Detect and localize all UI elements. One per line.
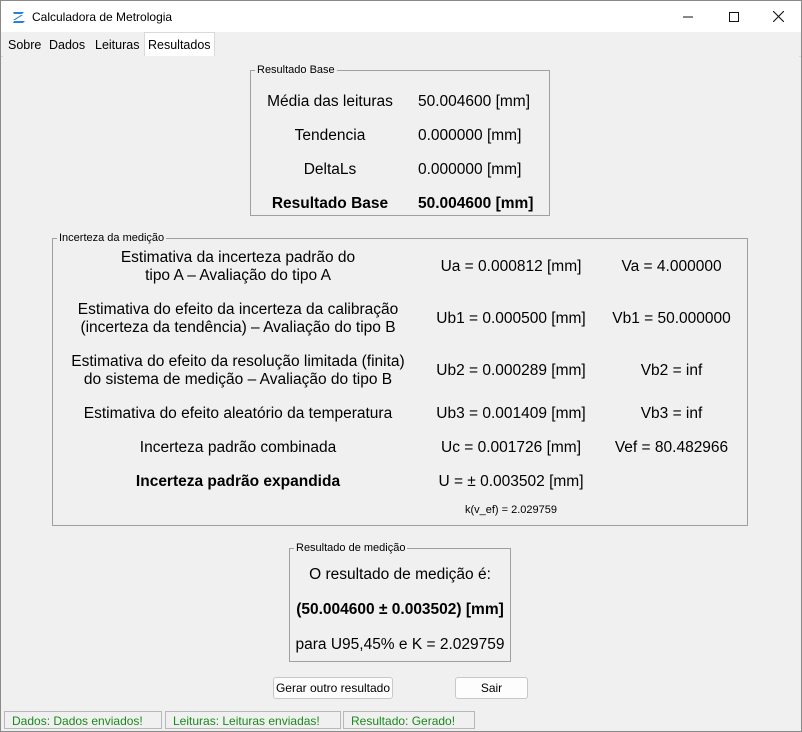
minimize-icon — [683, 16, 693, 17]
uc-value: Uc = 0.001726 [mm] — [441, 439, 581, 456]
resultado-medicao-value: (50.004600 ± 0.003502) [mm] — [296, 601, 504, 618]
window-title: Calculadora de Metrologia — [32, 10, 173, 24]
k-factor-note: k(v_ef) = 2.029759 — [464, 504, 558, 516]
tab-resultados[interactable]: Resultados — [144, 32, 215, 57]
ub1-description: Estimativa do efeito da incerteza da cal… — [77, 301, 399, 336]
resultado-medicao-line3: para U95,45% e K = 2.029759 — [295, 636, 505, 653]
resultado-base-group: Resultado Base Média das leituras 50.004… — [250, 64, 550, 216]
maximize-icon — [729, 11, 739, 22]
status-bar: Dados: Dados enviados! Leituras: Leitura… — [1, 709, 801, 731]
resultado-medicao-line1: O resultado de medição é: — [309, 566, 491, 583]
incerteza-legend: Incerteza da medição — [59, 232, 165, 244]
resultados-panel: Resultado Base Média das leituras 50.004… — [3, 56, 799, 708]
resultado-medicao-group: Resultado de medição O resultado de medi… — [289, 542, 511, 662]
vb2-value: Vb2 = inf — [640, 362, 703, 379]
resultado-base-value: 50.004600 [mm] — [418, 195, 534, 212]
incerteza-group: Incerteza da medição Estimativa da incer… — [52, 232, 748, 526]
va-value: Va = 4.000000 — [621, 258, 722, 275]
tendencia-label: Tendencia — [294, 127, 366, 144]
status-leituras: Leituras: Leituras enviadas! — [165, 711, 341, 729]
minimize-button[interactable] — [665, 1, 711, 32]
status-dados: Dados: Dados enviados! — [4, 711, 162, 729]
close-icon — [772, 11, 784, 22]
deltals-value: 0.000000 [mm] — [418, 161, 522, 178]
ub3-value: Ub3 = 0.001409 [mm] — [436, 405, 586, 422]
ua-description: Estimativa da incerteza padrão do tipo A… — [120, 249, 356, 284]
resultado-base-legend: Resultado Base — [257, 64, 335, 76]
vef-value: Vef = 80.482966 — [614, 439, 729, 456]
status-resultado: Resultado: Gerado! — [343, 711, 475, 729]
u-expandida-value: U = ± 0.003502 [mm] — [438, 473, 584, 490]
vb1-value: Vb1 = 50.000000 — [612, 310, 731, 327]
vb3-value: Vb3 = inf — [640, 405, 703, 422]
ub2-value: Ub2 = 0.000289 [mm] — [436, 362, 586, 379]
resultado-base-label: Resultado Base — [271, 195, 389, 212]
sair-button[interactable]: Sair — [455, 677, 528, 699]
tab-sobre[interactable]: Sobre — [5, 35, 44, 56]
ua-value: Ua = 0.000812 [mm] — [440, 258, 582, 275]
gerar-outro-resultado-button[interactable]: Gerar outro resultado — [273, 677, 393, 699]
uc-description: Incerteza padrão combinada — [139, 439, 337, 456]
tab-bar: Sobre Dados Leituras Resultados — [1, 32, 801, 57]
deltals-label: DeltaLs — [303, 161, 357, 178]
ub3-description: Estimativa do efeito aleatório da temper… — [83, 405, 393, 422]
close-button[interactable] — [755, 1, 801, 32]
title-bar[interactable]: Calculadora de Metrologia — [1, 1, 801, 32]
calculator-app-icon — [13, 12, 25, 23]
resultado-medicao-legend: Resultado de medição — [296, 542, 406, 554]
media-leituras-value: 50.004600 [mm] — [418, 93, 531, 110]
media-leituras-label: Média das leituras — [267, 93, 393, 110]
tab-dados[interactable]: Dados — [46, 35, 88, 56]
app-window: Calculadora de Metrologia Sobre Dados Le… — [0, 0, 802, 732]
tab-leituras[interactable]: Leituras — [92, 35, 142, 56]
u-expandida-description: Incerteza padrão expandida — [135, 473, 341, 490]
ub2-description: Estimativa do efeito da resolução limita… — [71, 353, 405, 388]
maximize-button[interactable] — [711, 1, 757, 32]
tendencia-value: 0.000000 [mm] — [418, 127, 522, 144]
ub1-value: Ub1 = 0.000500 [mm] — [436, 310, 586, 327]
